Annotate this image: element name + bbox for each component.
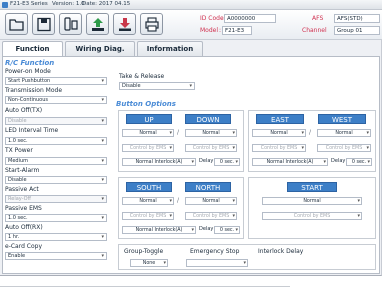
transmission-mode-select[interactable]: Non-Continuous [5, 96, 107, 104]
west-ems-select[interactable]: Control by EMS [317, 144, 371, 152]
series-text: F21-E3 Series [10, 1, 48, 7]
toolbar: ID Code : A0000000 Model : F21-E3 AFS AF… [0, 10, 382, 40]
download-button[interactable] [113, 13, 136, 35]
model-label: Model [200, 27, 219, 34]
folder-open-icon [9, 19, 24, 31]
power-on-mode-label: Power-on Mode [5, 68, 51, 75]
id-code-field[interactable]: A0000000 [224, 14, 276, 23]
print-icon [145, 17, 159, 32]
up-mode-select[interactable]: Normal [122, 129, 174, 137]
device-read-button[interactable] [59, 13, 82, 35]
emergency-stop-select[interactable] [186, 259, 248, 267]
south-north-interlock-select[interactable]: Normal Interlock(A) [122, 226, 196, 234]
north-ems-select[interactable]: Control by EMS [185, 212, 237, 220]
device-read-icon [64, 17, 78, 31]
tab-wiring-diag[interactable]: Wiring Diag. [65, 41, 135, 56]
save-button[interactable] [32, 13, 55, 35]
upload-button[interactable] [86, 13, 109, 35]
passive-ems-select[interactable]: 1.0 sec. [5, 214, 107, 222]
south-mode-select[interactable]: Normal [122, 197, 174, 205]
south-ems-select[interactable]: Control by EMS [122, 212, 174, 220]
auto-off-rx-label: Auto Off(RX) [5, 224, 43, 231]
south-north-delay-label: Delay [199, 226, 214, 232]
down-ems-select[interactable]: Control by EMS [185, 144, 237, 152]
app-icon [2, 2, 8, 8]
up-down-delay-select[interactable]: 0 sec. [214, 158, 240, 166]
north-mode-select[interactable]: Normal [185, 197, 237, 205]
auto-off-tx-select[interactable]: Disable [5, 117, 107, 125]
button-options-title: Button Options [116, 100, 176, 108]
emergency-stop-label: Emergency Stop [190, 248, 240, 255]
version-text: Version: 1.0 [52, 1, 85, 7]
start-alarm-select[interactable]: Disable [5, 176, 107, 184]
channel-label: Channel [302, 27, 327, 34]
save-icon [37, 17, 51, 32]
start-ems-select[interactable]: Control by EMS [262, 212, 362, 220]
east-button[interactable]: EAST [256, 114, 304, 124]
up-down-interlock-select[interactable]: Normal Interlock(A) [122, 158, 196, 166]
rc-function-title: R/C Function [5, 59, 55, 67]
tab-function[interactable]: Function [2, 41, 63, 57]
tab-information[interactable]: Information [137, 41, 203, 56]
print-button[interactable] [140, 13, 163, 35]
main-window: F21-E3 Series Version: 1.0 Date: 2017 04… [0, 0, 382, 276]
west-mode-select[interactable]: Normal [317, 129, 371, 137]
down-mode-select[interactable]: Normal [185, 129, 237, 137]
model-field[interactable]: F21-E3 [222, 26, 252, 35]
south-button[interactable]: SOUTH [126, 182, 172, 192]
led-interval-time-select[interactable]: 1.0 sec. [5, 137, 107, 145]
upload-icon [92, 18, 104, 31]
page-below-window [0, 276, 382, 303]
north-button[interactable]: NORTH [185, 182, 231, 192]
group-toggle-label: Group-Toggle [124, 248, 164, 255]
power-on-mode-select[interactable]: Start Pushbutton [5, 77, 107, 85]
east-west-delay-label: Delay [331, 158, 346, 164]
rc-function-panel: R/C Function Power-on Mode Start Pushbut… [5, 59, 110, 271]
south-north-delay-select[interactable]: 0 sec. [214, 226, 240, 234]
afs-label: AFS [312, 15, 324, 22]
transmission-mode-label: Transmission Mode [5, 87, 63, 94]
start-button[interactable]: START [287, 182, 337, 192]
east-west-delay-select[interactable]: 0 sec. [346, 158, 372, 166]
passive-act-label: Passive Act [5, 186, 39, 193]
channel-select[interactable]: Group 01 [334, 26, 380, 35]
divider [0, 286, 290, 287]
download-icon [119, 18, 131, 31]
date-text: Date: 2017 04.15 [82, 1, 131, 7]
east-ems-select[interactable]: Control by EMS [252, 144, 306, 152]
e-card-copy-label: e-Card Copy [5, 243, 43, 250]
take-release-label: Take & Release [119, 73, 165, 80]
auto-off-tx-label: Auto Off(TX) [5, 107, 43, 114]
group-toggle-select[interactable]: None [130, 259, 168, 267]
up-ems-select[interactable]: Control by EMS [122, 144, 174, 152]
led-interval-time-label: LED Interval Time [5, 127, 59, 134]
east-west-interlock-select[interactable]: Normal Interlock(A) [252, 158, 328, 166]
east-mode-select[interactable]: Normal [252, 129, 306, 137]
tx-power-select[interactable]: Medium [5, 157, 107, 165]
west-button[interactable]: WEST [318, 114, 366, 124]
take-release-select[interactable]: Disable [119, 82, 195, 90]
up-button[interactable]: UP [126, 114, 172, 124]
passive-ems-label: Passive EMS [5, 205, 42, 212]
tx-power-label: TX Power [5, 147, 33, 154]
down-button[interactable]: DOWN [185, 114, 231, 124]
e-card-copy-select[interactable]: Enable [5, 252, 107, 260]
start-mode-select[interactable]: Normal [262, 197, 362, 205]
open-button[interactable] [5, 13, 28, 35]
interlock-delay-label: Interlock Delay [258, 248, 304, 255]
afs-select[interactable]: AFS(STD) [334, 14, 380, 23]
title-bar: F21-E3 Series Version: 1.0 Date: 2017 04… [0, 0, 382, 10]
auto-off-rx-select[interactable]: 1 hr. [5, 233, 107, 241]
start-alarm-label: Start-Alarm [5, 167, 40, 174]
up-down-delay-label: Delay [199, 158, 214, 164]
passive-act-select[interactable]: Relay-Off [5, 195, 107, 203]
